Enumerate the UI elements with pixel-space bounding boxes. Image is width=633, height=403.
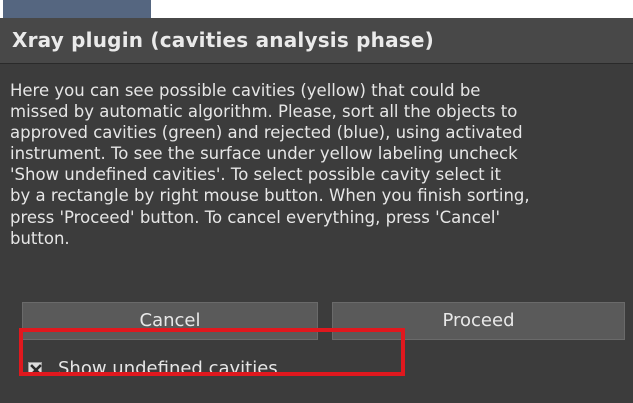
cancel-button[interactable]: Cancel <box>22 302 318 340</box>
panel-title-bar: Xray plugin (cavities analysis phase) <box>0 18 633 64</box>
instructions-line: by a rectangle by right mouse button. Wh… <box>10 186 530 206</box>
show-undefined-cavities-checkbox[interactable] <box>28 362 42 376</box>
proceed-button[interactable]: Proceed <box>332 302 625 340</box>
xray-plugin-panel: Xray plugin (cavities analysis phase) He… <box>0 18 633 403</box>
instructions-line: 'Show undefined cavities'. To select pos… <box>10 165 501 185</box>
instructions-line: missed by automatic algorithm. Please, s… <box>10 102 518 122</box>
top-strip <box>0 0 633 18</box>
instructions-line: approved cavities (green) and rejected (… <box>10 123 523 143</box>
panel-title: Xray plugin (cavities analysis phase) <box>12 28 434 52</box>
instructions-line: button. <box>10 228 70 248</box>
instructions-line: Here you can see possible cavities (yell… <box>10 81 481 100</box>
instructions-line: instrument. To see the surface under yel… <box>10 144 518 164</box>
screenshot: Xray plugin (cavities analysis phase) He… <box>0 0 633 403</box>
check-x-icon <box>30 364 42 376</box>
show-undefined-cavities-label[interactable]: Show undefined cavities <box>58 358 278 380</box>
instructions-text: Here you can see possible cavities (yell… <box>10 80 622 249</box>
instructions-line: press 'Proceed' button. To cancel everyt… <box>10 207 501 227</box>
top-tab-indicator <box>3 0 151 18</box>
